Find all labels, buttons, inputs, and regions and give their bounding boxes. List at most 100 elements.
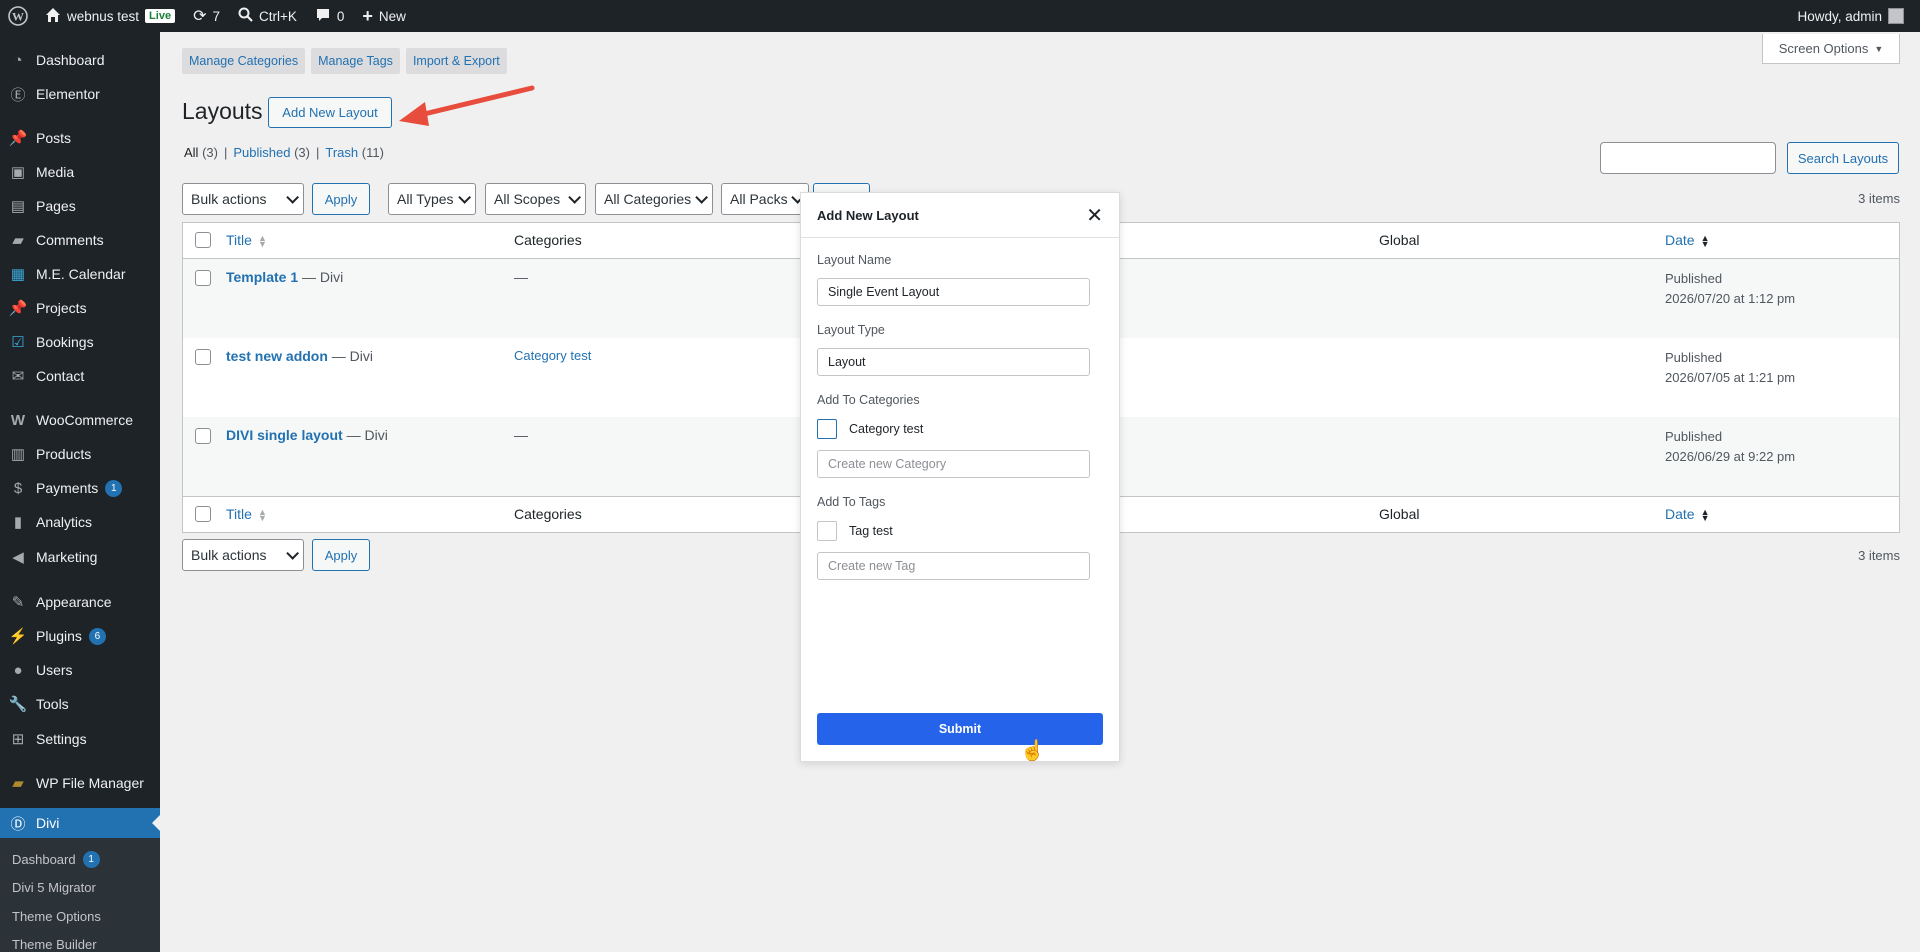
submit-button[interactable]: Submit bbox=[817, 713, 1103, 745]
view-published[interactable]: Published (3) bbox=[233, 145, 310, 160]
select-all-checkbox[interactable] bbox=[195, 232, 211, 248]
new-tag-input[interactable]: Create new Tag bbox=[817, 552, 1090, 580]
submenu-item-theme-options[interactable]: Theme Options bbox=[12, 904, 101, 928]
pin-icon: 📌 bbox=[8, 300, 28, 317]
avatar bbox=[1888, 8, 1904, 24]
sidebar-item-analytics[interactable]: ▮ Analytics bbox=[0, 507, 160, 537]
row-title: test new addon — Divi bbox=[226, 348, 374, 364]
red-arrow-annotation bbox=[399, 85, 535, 126]
status-views: All (3) | Published (3) | Trash (11) bbox=[184, 145, 384, 160]
tags-label: Add To Tags bbox=[817, 495, 886, 509]
row-checkbox[interactable] bbox=[195, 349, 211, 365]
sidebar-item-me-calendar[interactable]: ▦ M.E. Calendar bbox=[0, 259, 160, 289]
column-date-header[interactable]: Date ▲ ▼ bbox=[1665, 232, 1710, 249]
caret-down-icon: ▼ bbox=[1874, 43, 1884, 54]
user-icon: ● bbox=[13, 661, 23, 679]
row-category: — bbox=[514, 269, 528, 285]
row-category-link[interactable]: Category test bbox=[514, 348, 591, 363]
column-global-footer: Global bbox=[1379, 506, 1420, 522]
sidebar-item-users[interactable]: ● Users bbox=[0, 655, 160, 685]
bookings-icon: ☑ bbox=[11, 334, 25, 351]
sidebar-item-products[interactable]: ▥ Products bbox=[0, 439, 160, 469]
sidebar-item-bookings[interactable]: ☑ Bookings bbox=[0, 327, 160, 357]
sidebar-item-payments[interactable]: $ Payments 1 bbox=[0, 473, 160, 503]
layout-name-input[interactable]: Single Event Layout bbox=[817, 278, 1090, 306]
tab-manage-tags[interactable]: Manage Tags bbox=[311, 48, 400, 74]
wordpress-logo-icon[interactable]: W bbox=[0, 0, 36, 32]
sidebar-item-elementor[interactable]: Ⓔ Elementor bbox=[0, 79, 160, 109]
new-content-link[interactable]: + New bbox=[353, 0, 415, 32]
comments-link[interactable]: 0 bbox=[306, 0, 354, 32]
sidebar-item-comments[interactable]: ▰ Comments bbox=[0, 225, 160, 255]
search-layouts-button[interactable]: Search Layouts bbox=[1787, 142, 1899, 174]
submenu-item-dashboard[interactable]: Dashboard 1 bbox=[12, 847, 100, 871]
tag-option[interactable]: Tag test bbox=[817, 521, 893, 541]
sidebar-item-tools[interactable]: 🔧 Tools bbox=[0, 689, 160, 719]
column-date-footer[interactable]: Date ▲ ▼ bbox=[1665, 506, 1710, 523]
view-trash[interactable]: Trash (11) bbox=[325, 145, 384, 160]
category-checkbox[interactable] bbox=[817, 419, 837, 439]
new-category-input[interactable]: Create new Category bbox=[817, 450, 1090, 478]
sidebar-item-settings[interactable]: ⊞ Settings bbox=[0, 724, 160, 754]
divi-dashboard-badge: 1 bbox=[82, 850, 100, 868]
add-new-layout-button[interactable]: Add New Layout bbox=[268, 97, 392, 128]
media-icon: ▣ bbox=[10, 164, 26, 181]
sidebar-item-contact[interactable]: ✉ Contact bbox=[0, 361, 160, 391]
view-all[interactable]: All (3) bbox=[184, 145, 218, 160]
layout-type-select[interactable]: Layout bbox=[817, 348, 1090, 376]
sidebar-item-media[interactable]: ▣ Media bbox=[0, 157, 160, 187]
sidebar-item-plugins[interactable]: ⚡ Plugins 6 bbox=[0, 621, 160, 651]
search-input[interactable] bbox=[1600, 142, 1776, 174]
tab-manage-categories[interactable]: Manage Categories bbox=[182, 48, 306, 74]
sidebar-item-wp-file-manager[interactable]: ▰ WP File Manager bbox=[0, 768, 160, 798]
sidebar-item-appearance[interactable]: ✎ Appearance bbox=[0, 587, 160, 617]
categories-filter-select[interactable]: All Categories bbox=[595, 183, 713, 215]
sidebar-item-posts[interactable]: 📌 Posts bbox=[0, 123, 160, 153]
scopes-filter-select[interactable]: All Scopes bbox=[485, 183, 586, 215]
row-checkbox[interactable] bbox=[195, 270, 211, 286]
modal-title: Add New Layout bbox=[817, 207, 919, 223]
search-shortcut[interactable]: Ctrl+K bbox=[229, 0, 306, 32]
modal-header: Add New Layout ✕ bbox=[801, 193, 1119, 238]
chevron-down-icon bbox=[568, 190, 581, 204]
sidebar-item-projects[interactable]: 📌 Projects bbox=[0, 293, 160, 323]
select-all-checkbox-footer[interactable] bbox=[195, 506, 211, 522]
submenu-item-theme-builder[interactable]: Theme Builder bbox=[12, 932, 97, 952]
submenu-item-divi-5-migrator[interactable]: Divi 5 Migrator bbox=[12, 875, 96, 899]
updates-count: 7 bbox=[212, 8, 220, 24]
row-checkbox[interactable] bbox=[195, 428, 211, 444]
woo-icon: W bbox=[10, 411, 26, 429]
elementor-icon: Ⓔ bbox=[10, 86, 26, 104]
library-subnav: Manage Categories Manage Tags Import & E… bbox=[182, 48, 507, 74]
tag-checkbox[interactable] bbox=[817, 521, 837, 541]
brush-icon: ✎ bbox=[11, 594, 25, 611]
column-categories-footer: Categories bbox=[514, 506, 582, 522]
calendar-icon: ▦ bbox=[10, 266, 26, 283]
packs-filter-select[interactable]: All Packs bbox=[721, 183, 809, 215]
sidebar-item-pages[interactable]: ▤ Pages bbox=[0, 191, 160, 221]
site-name: webnus test bbox=[67, 8, 140, 24]
column-categories-header: Categories bbox=[514, 232, 582, 248]
account-menu[interactable]: Howdy, admin bbox=[1788, 0, 1920, 32]
types-filter-select[interactable]: All Types bbox=[388, 183, 476, 215]
sidebar-item-woocommerce[interactable]: W WooCommerce bbox=[0, 405, 160, 435]
category-option[interactable]: Category test bbox=[817, 419, 923, 439]
sidebar-item-divi[interactable]: Ⓓ Divi bbox=[0, 808, 160, 838]
updates-link[interactable]: ⟳ 7 bbox=[184, 0, 229, 32]
row-date: Published 2026/07/20 at 1:12 pm bbox=[1665, 271, 1796, 306]
megaphone-icon: ◀ bbox=[12, 549, 24, 566]
tab-import-export[interactable]: Import & Export bbox=[405, 48, 507, 74]
screen-options-button[interactable]: Screen Options ▼ bbox=[1762, 34, 1900, 64]
column-title-header[interactable]: Title ▲ ▼ bbox=[226, 232, 267, 250]
apply-button-bottom[interactable]: Apply bbox=[312, 539, 370, 571]
sort-icon: ▲ ▼ bbox=[257, 233, 267, 250]
column-title-footer[interactable]: Title ▲ ▼ bbox=[226, 506, 267, 523]
sidebar-item-dashboard[interactable]: ◔ Dashboard bbox=[0, 45, 160, 75]
sidebar-item-marketing[interactable]: ◀ Marketing bbox=[0, 542, 160, 572]
row-category: — bbox=[514, 427, 528, 443]
site-name-link[interactable]: webnus test Live bbox=[36, 0, 184, 32]
bulk-actions-select-bottom[interactable]: Bulk actions bbox=[182, 539, 304, 571]
apply-button[interactable]: Apply bbox=[312, 183, 370, 215]
close-icon[interactable]: ✕ bbox=[1086, 203, 1103, 228]
bulk-actions-select[interactable]: Bulk actions bbox=[182, 183, 304, 215]
